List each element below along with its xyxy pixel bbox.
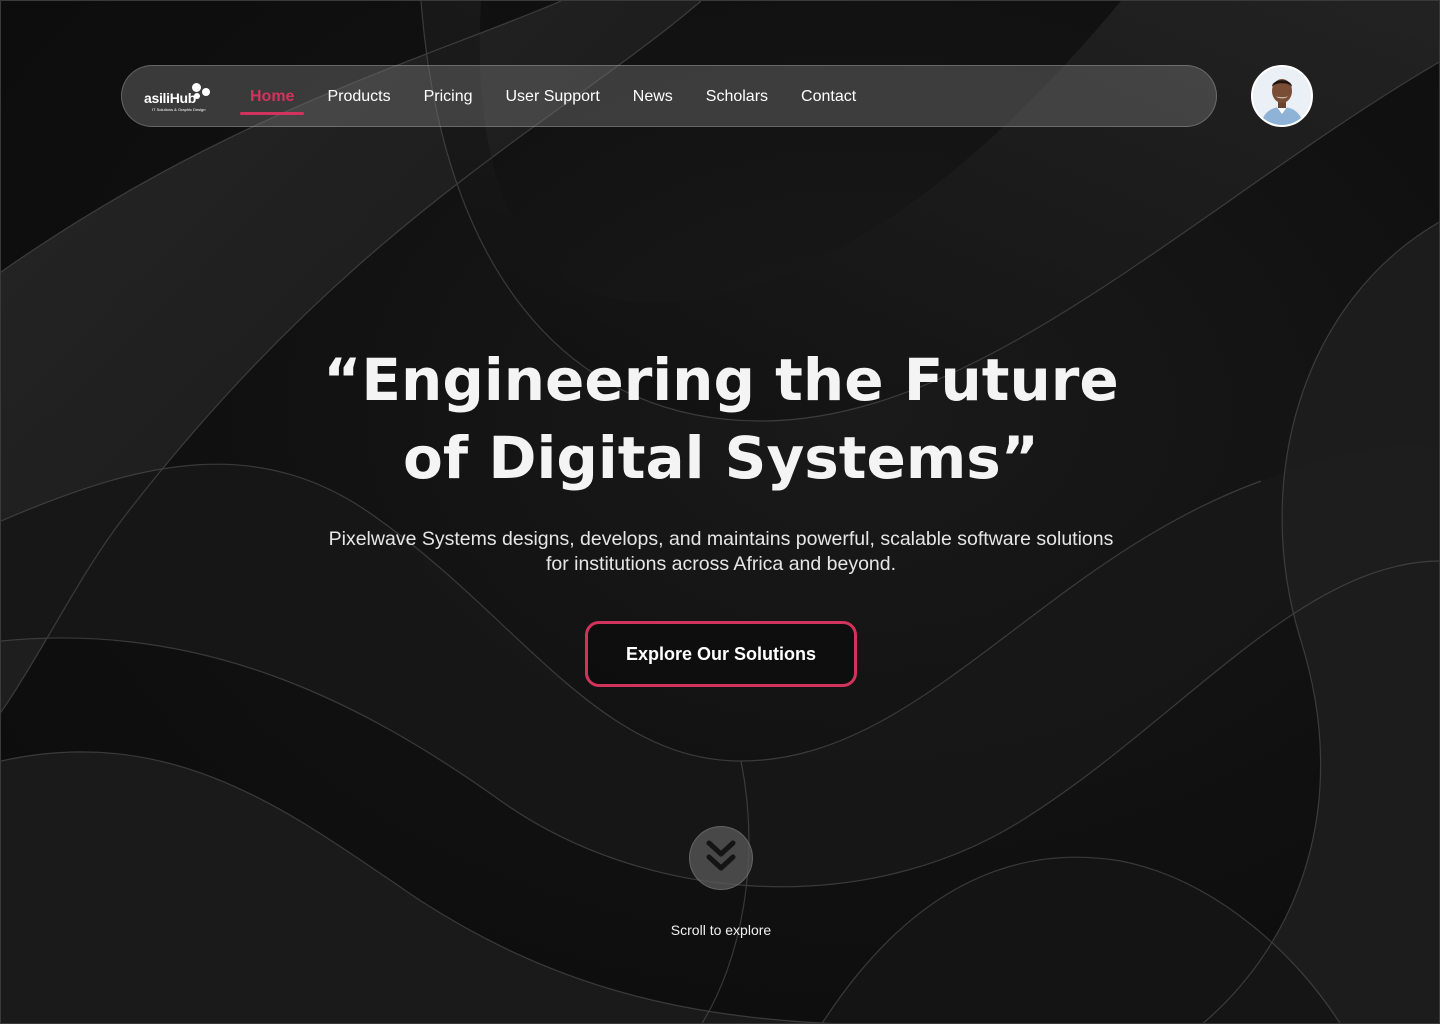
nav-item-label: Home [250,88,295,105]
nav-item-scholars[interactable]: Scholars [706,88,768,106]
nav-item-products[interactable]: Products [327,88,390,106]
top-nav-bar: asiliHub IT Solutions & Graphic Design H… [121,65,1217,127]
hero-title: “Engineering the Future of Digital Syste… [221,341,1221,497]
logo-tagline: IT Solutions & Graphic Design [152,107,206,112]
hero-subtitle-line-1: Pixelwave Systems designs, develops, and… [328,528,1114,550]
hero-title-line-1: “Engineering the Future [323,346,1119,414]
logo-dot-3 [194,93,200,99]
active-underline [240,112,305,115]
nav-item-home[interactable]: Home [240,88,305,115]
scroll-down-button[interactable] [689,826,753,890]
hero-subtitle-line-2: for institutions across Africa and beyon… [545,553,897,575]
logo-text: asiliHub [144,90,197,106]
explore-solutions-button[interactable]: Explore Our Solutions [585,621,857,687]
chevron-double-down-icon [706,840,736,871]
user-avatar-photo [1253,67,1311,125]
logo-dot-1 [192,83,201,92]
asilihub-logo[interactable]: asiliHub IT Solutions & Graphic Design [144,80,220,114]
page-frame: asiliHub IT Solutions & Graphic Design H… [0,0,1440,1024]
scroll-to-explore-label: Scroll to explore [670,922,772,938]
nav-item-pricing[interactable]: Pricing [424,88,473,106]
hero-title-line-2: of Digital Systems” [403,424,1039,492]
nav-item-user-support[interactable]: User Support [506,88,600,106]
nav-item-news[interactable]: News [633,88,673,106]
hero-subtitle: Pixelwave Systems designs, develops, and… [261,527,1181,577]
nav-item-contact[interactable]: Contact [801,88,856,106]
logo-dot-2 [202,88,210,96]
user-avatar[interactable] [1251,65,1313,127]
nav-links: Home Products Pricing User Support News … [240,66,889,128]
